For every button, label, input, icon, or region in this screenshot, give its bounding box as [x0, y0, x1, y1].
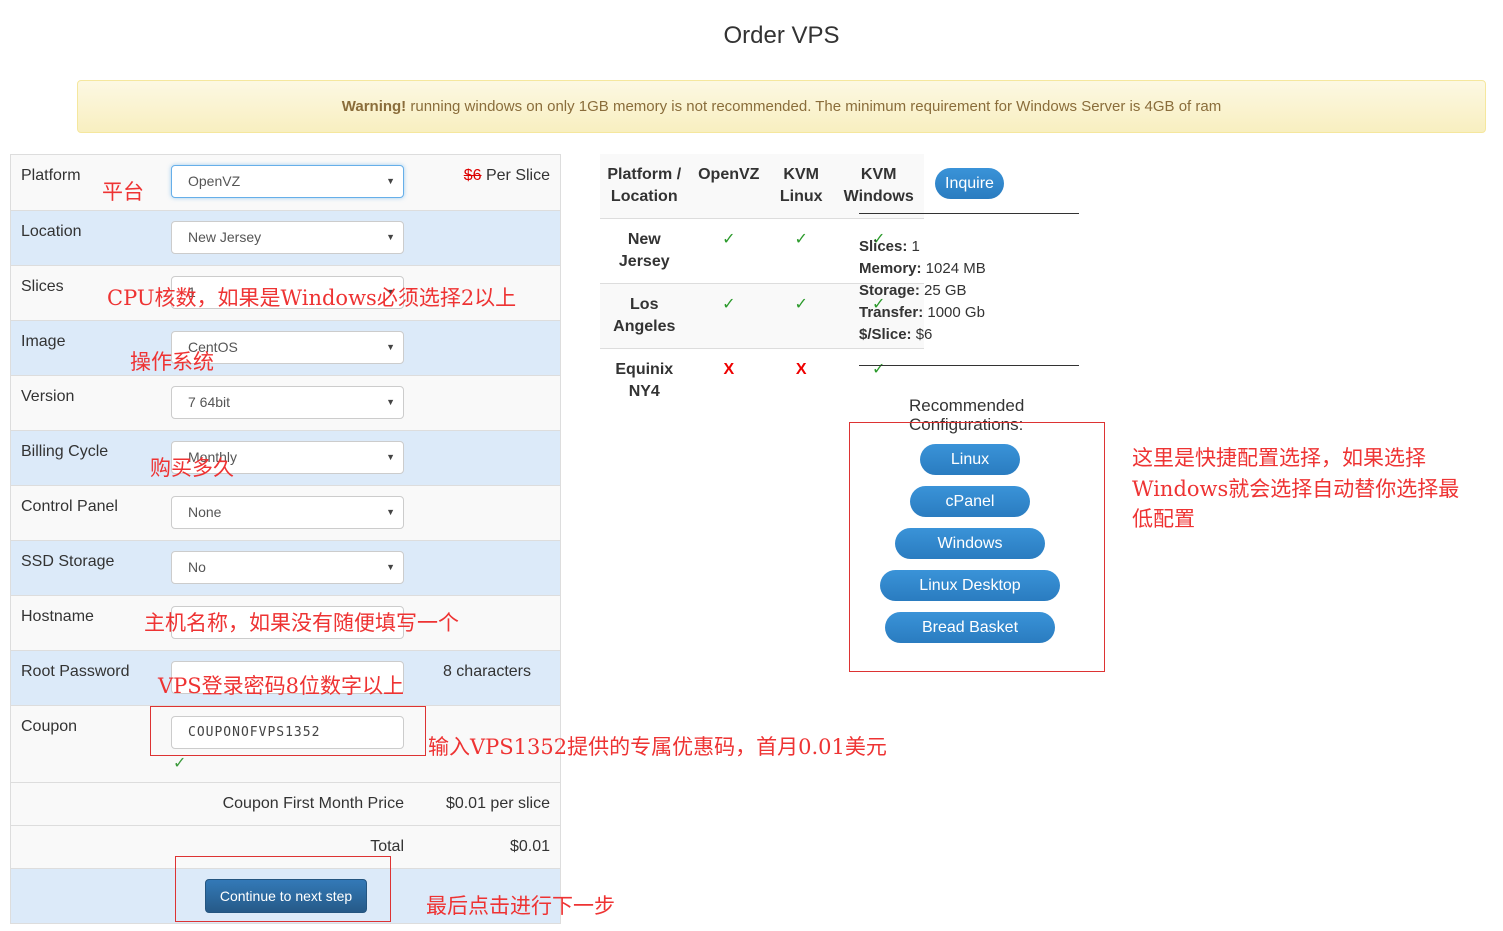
form-row-ssd-storage: SSD Storage No ▼: [11, 540, 560, 595]
annotation-platform: 平台: [102, 180, 144, 204]
annotation-continue: 最后点击进行下一步: [426, 894, 615, 918]
form-row-billing-cycle: Billing Cycle Monthly ▼: [11, 430, 560, 485]
check-icon: ✓: [794, 296, 808, 313]
control-panel-value: None: [188, 504, 222, 520]
ssd-storage-value: No: [188, 559, 206, 575]
hostname-label: Hostname: [21, 608, 94, 625]
slices-label: Slices: [21, 278, 64, 295]
total-value: $0.01: [509, 838, 550, 855]
spec-price-per-slice: $/Slice: $6: [859, 326, 933, 343]
form-row-version: Version 7 64bit ▼: [11, 375, 560, 430]
old-price: $6: [463, 167, 482, 184]
header-kvm-linux: KVM Linux: [779, 166, 823, 205]
continue-highlight-box: [175, 856, 391, 922]
warning-alert: Warning! running windows on only 1GB mem…: [77, 80, 1486, 133]
spec-slices: Slices: 1: [859, 238, 920, 255]
header-openvz: OpenVZ: [698, 166, 760, 183]
form-row-control-panel: Control Panel None ▼: [11, 485, 560, 540]
check-icon: ✓: [722, 231, 736, 248]
image-label: Image: [21, 333, 66, 350]
chevron-down-icon: ▼: [386, 562, 395, 572]
config-specs: Slices: 1 Memory: 1024 MB Storage: 25 GB…: [859, 213, 1079, 366]
annotation-billing: 购买多久: [150, 456, 234, 480]
annotation-quick-2: Windows就会选择自动替你选择最: [1132, 477, 1460, 501]
availability-header-row: Platform / Location OpenVZ KVM Linux KVM…: [600, 154, 924, 219]
chevron-down-icon: ▼: [386, 397, 395, 407]
recommended-highlight-box: [849, 422, 1105, 672]
location-select[interactable]: New Jersey ▼: [171, 221, 404, 254]
cross-icon: X: [795, 361, 807, 378]
version-value: 7 64bit: [188, 394, 231, 410]
order-form: Platform OpenVZ ▼ $6 Per Slice Location N…: [10, 154, 561, 924]
header-platform-location: Platform / Location: [607, 166, 682, 205]
inquire-button[interactable]: Inquire: [935, 168, 1004, 199]
annotation-quick-1: 这里是快捷配置选择，如果选择: [1132, 446, 1426, 470]
spec-memory: Memory: 1024 MB: [859, 260, 986, 277]
annotation-password: VPS登录密码8位数字以上: [158, 674, 405, 698]
version-label: Version: [21, 388, 75, 405]
control-panel-select[interactable]: None ▼: [171, 496, 404, 529]
location-cell: Los Angeles: [613, 296, 676, 335]
root-password-label: Root Password: [21, 663, 130, 680]
coupon-valid-check-icon: ✓: [173, 755, 187, 772]
warning-label: Warning!: [341, 98, 407, 115]
annotation-image: 操作系统: [130, 350, 214, 374]
cross-icon: X: [723, 361, 735, 378]
chevron-down-icon: ▼: [386, 176, 395, 186]
coupon-price-row: Coupon First Month Price $0.01 per slice: [11, 782, 560, 825]
chevron-down-icon: ▼: [386, 232, 395, 242]
chevron-down-icon: ▼: [386, 342, 395, 352]
platform-label: Platform: [21, 167, 81, 184]
location-label: Location: [21, 223, 82, 240]
control-panel-label: Control Panel: [21, 498, 118, 515]
header-kvm-windows: KVM Windows: [843, 166, 914, 205]
annotation-hostname: 主机名称，如果没有随便填写一个: [144, 611, 459, 635]
form-row-platform: Platform OpenVZ ▼ $6 Per Slice: [11, 155, 560, 210]
per-slice-label: Per Slice: [481, 167, 550, 184]
coupon-price-label: Coupon First Month Price: [222, 795, 404, 812]
check-icon: ✓: [722, 296, 736, 313]
annotation-quick-3: 低配置: [1132, 507, 1195, 531]
form-row-image: Image CentOS ▼: [11, 320, 560, 375]
spec-transfer: Transfer: 1000 Gb: [859, 304, 985, 321]
location-cell: Equinix NY4: [615, 361, 674, 400]
check-icon: ✓: [794, 231, 808, 248]
coupon-highlight-box: [150, 706, 426, 756]
page-title: Order VPS: [723, 22, 840, 49]
total-label: Total: [370, 838, 404, 855]
annotation-coupon: 输入VPS1352提供的专属优惠码，首月0.01美元: [428, 735, 887, 759]
password-hint: 8 characters: [442, 663, 531, 680]
coupon-price-value: $0.01 per slice: [445, 795, 550, 812]
platform-value: OpenVZ: [188, 173, 241, 189]
price-per-slice: $6 Per Slice: [464, 167, 550, 185]
warning-text: running windows on only 1GB memory is no…: [406, 98, 1222, 115]
location-cell: New Jersey: [618, 231, 670, 270]
platform-select[interactable]: OpenVZ ▼: [171, 165, 404, 198]
annotation-slices: CPU核数，如果是Windows必须选择2以上: [107, 286, 517, 310]
form-row-location: Location New Jersey ▼: [11, 210, 560, 265]
billing-cycle-label: Billing Cycle: [21, 443, 109, 460]
location-value: New Jersey: [188, 229, 262, 245]
ssd-storage-select[interactable]: No ▼: [171, 551, 404, 584]
coupon-label: Coupon: [21, 718, 78, 735]
version-select[interactable]: 7 64bit ▼: [171, 386, 404, 419]
ssd-storage-label: SSD Storage: [21, 553, 115, 570]
chevron-down-icon: ▼: [386, 507, 395, 517]
spec-storage: Storage: 25 GB: [859, 282, 967, 299]
chevron-down-icon: ▼: [386, 452, 395, 462]
